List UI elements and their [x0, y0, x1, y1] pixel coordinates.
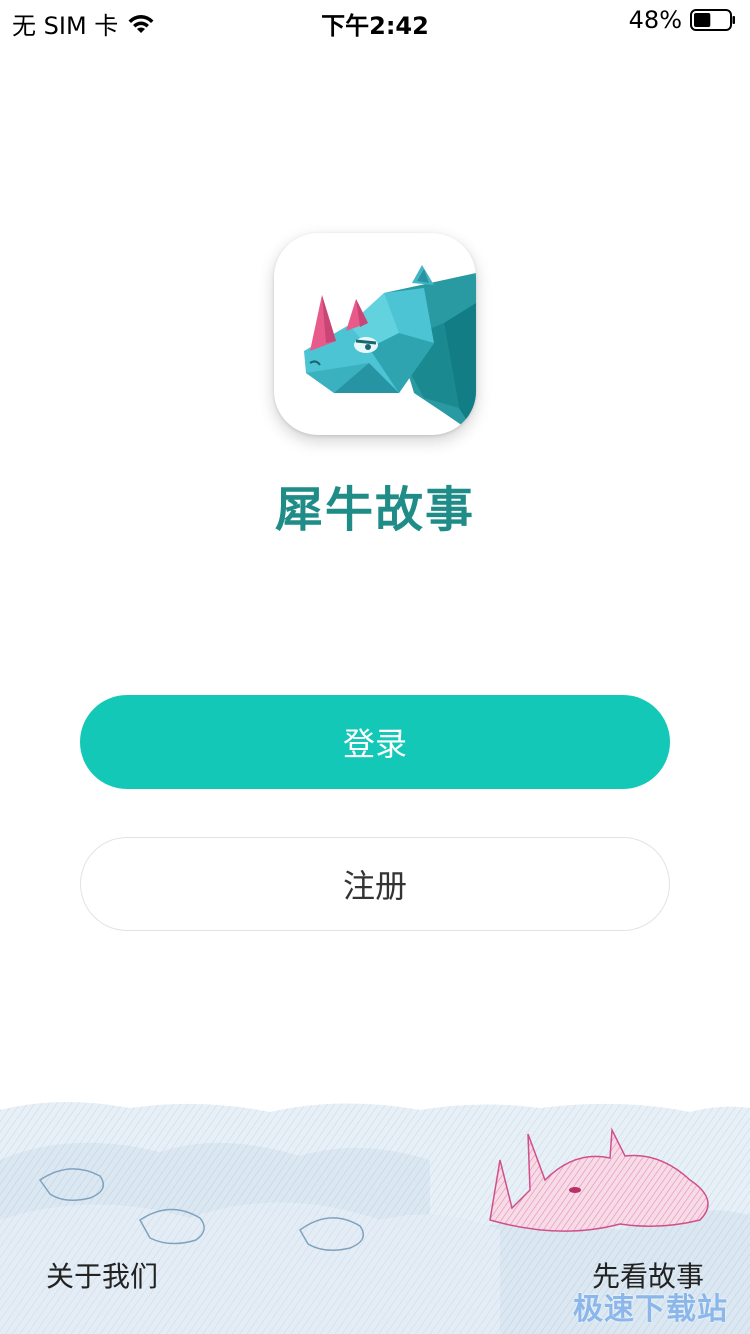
battery-icon — [690, 9, 736, 31]
register-button[interactable]: 注册 — [80, 837, 670, 931]
app-logo-icon — [274, 233, 476, 435]
battery-percent: 48% — [628, 6, 682, 34]
welcome-screen: 无 SIM 卡 下午2:42 48% 犀牛故事 登录 注册 关于我们 先看故事 … — [0, 0, 750, 1334]
app-name: 犀牛故事 — [274, 482, 475, 538]
status-bar: 无 SIM 卡 下午2:42 48% — [0, 0, 750, 40]
status-right: 48% — [629, 6, 736, 34]
about-us-link[interactable]: 关于我们 — [46, 1255, 158, 1295]
watermark-text: 极速下载站 — [573, 1292, 728, 1327]
login-button[interactable]: 登录 — [80, 695, 670, 789]
